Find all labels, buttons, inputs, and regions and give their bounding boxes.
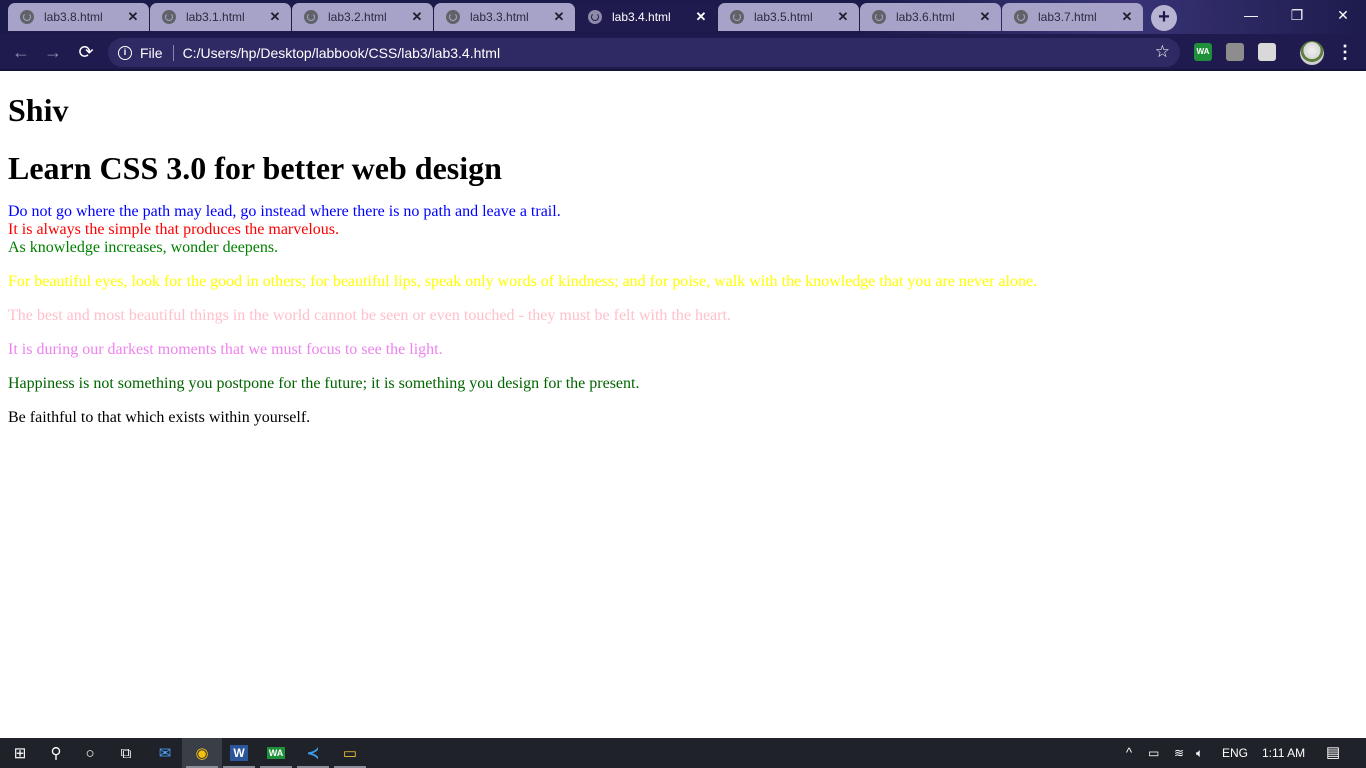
- close-icon[interactable]: ✕: [267, 9, 283, 25]
- file-explorer-icon[interactable]: ▭: [330, 738, 370, 768]
- word-icon[interactable]: W: [219, 738, 259, 768]
- language-indicator[interactable]: ENG: [1222, 738, 1248, 768]
- cortana-icon[interactable]: ○: [70, 738, 110, 768]
- new-tab-button[interactable]: +: [1151, 5, 1177, 31]
- globe-icon: [304, 10, 318, 24]
- tab-title: lab3.8.html: [44, 10, 103, 24]
- tab-title: lab3.2.html: [328, 10, 387, 24]
- vscode-icon[interactable]: ≺: [293, 738, 333, 768]
- word-icon-glyph: W: [230, 745, 248, 761]
- profile-avatar[interactable]: [1300, 41, 1324, 65]
- whatsapp-extension-icon[interactable]: WA: [1194, 43, 1212, 61]
- cast-extension-icon[interactable]: [1258, 43, 1276, 61]
- url-text[interactable]: C:/Users/hp/Desktop/labbook/CSS/lab3/lab…: [183, 45, 501, 61]
- close-window-button[interactable]: ✕: [1320, 0, 1366, 30]
- forward-button[interactable]: →: [40, 40, 66, 64]
- close-icon[interactable]: ✕: [835, 9, 851, 25]
- tab-title: lab3.3.html: [470, 10, 529, 24]
- quote-line-green: As knowledge increases, wonder deepens.: [8, 239, 279, 256]
- windows-taskbar: ⊞ ⚲ ○ ⧉ ✉ ◉ W WA ≺ ▭ ^ ▭ ≋ 🔈︎ ENG 1:11 A…: [0, 738, 1366, 768]
- tab-title: lab3.5.html: [754, 10, 813, 24]
- scheme-label: File: [140, 44, 163, 61]
- tab-lab3-1[interactable]: lab3.1.html ✕: [150, 3, 291, 31]
- close-icon[interactable]: ✕: [409, 9, 425, 25]
- globe-icon: [1014, 10, 1028, 24]
- quote-paragraph-violet: It is during our darkest moments that we…: [8, 341, 443, 358]
- quote-line-red: It is always the simple that produces th…: [8, 221, 340, 238]
- bookmark-star-icon[interactable]: ☆: [1155, 43, 1170, 61]
- tab-lab3-6[interactable]: lab3.6.html ✕: [860, 3, 1001, 31]
- tab-title: lab3.6.html: [896, 10, 955, 24]
- globe-icon: [588, 10, 602, 24]
- task-view-icon[interactable]: ⧉: [106, 738, 146, 768]
- close-icon[interactable]: ✕: [125, 9, 141, 25]
- globe-icon: [20, 10, 34, 24]
- whatsapp-icon[interactable]: WA: [256, 738, 296, 768]
- chrome-icon[interactable]: ◉: [182, 738, 222, 768]
- start-button[interactable]: ⊞: [0, 738, 40, 768]
- tray-chevron-icon[interactable]: ^: [1126, 738, 1132, 768]
- back-button[interactable]: ←: [8, 40, 34, 64]
- quote-line-blue: Do not go where the path may lead, go in…: [8, 203, 561, 220]
- quote-paragraph-darkgreen: Happiness is not something you postpone …: [8, 375, 640, 392]
- evernote-extension-icon[interactable]: [1226, 43, 1244, 61]
- reload-button[interactable]: ⟳: [73, 40, 99, 64]
- minimize-button[interactable]: —: [1228, 0, 1274, 30]
- quote-paragraph-black: Be faithful to that which exists within …: [8, 409, 311, 426]
- quote-lines-block: Do not go where the path may lead, go in…: [8, 203, 1358, 257]
- globe-icon: [730, 10, 744, 24]
- tab-title: lab3.1.html: [186, 10, 245, 24]
- globe-icon: [446, 10, 460, 24]
- mail-icon[interactable]: ✉: [145, 738, 185, 768]
- globe-icon: [872, 10, 886, 24]
- omnibox-divider: [172, 44, 174, 61]
- browser-title-bar: lab3.8.html ✕ lab3.1.html ✕ lab3.2.html …: [0, 0, 1366, 34]
- battery-icon[interactable]: ▭: [1148, 738, 1159, 768]
- close-icon[interactable]: ✕: [551, 9, 567, 25]
- close-icon[interactable]: ✕: [1119, 9, 1135, 25]
- tab-lab3-4[interactable]: lab3.4.html ✕: [576, 3, 717, 31]
- close-icon[interactable]: ✕: [693, 9, 709, 25]
- restore-button[interactable]: ❐: [1274, 0, 1320, 30]
- tab-title: lab3.4.html: [612, 10, 671, 24]
- page-heading-name: Shiv: [8, 92, 69, 128]
- tab-lab3-7[interactable]: lab3.7.html ✕: [1002, 3, 1143, 31]
- tab-lab3-5[interactable]: lab3.5.html ✕: [718, 3, 859, 31]
- page-content: Shiv Learn CSS 3.0 for better web design…: [0, 71, 1366, 738]
- notification-center-icon[interactable]: ▤: [1326, 738, 1340, 768]
- info-icon[interactable]: i: [118, 45, 132, 60]
- volume-icon[interactable]: 🔈︎: [1196, 738, 1203, 768]
- quote-paragraph-yellow: For beautiful eyes, look for the good in…: [8, 273, 1038, 290]
- globe-icon: [162, 10, 176, 24]
- tab-lab3-2[interactable]: lab3.2.html ✕: [292, 3, 433, 31]
- browser-toolbar: ← → ⟳ i File C:/Users/hp/Desktop/labbook…: [0, 34, 1366, 71]
- tab-title: lab3.7.html: [1038, 10, 1097, 24]
- tab-lab3-3[interactable]: lab3.3.html ✕: [434, 3, 575, 31]
- whatsapp-icon-glyph: WA: [266, 747, 286, 759]
- page-heading-title: Learn CSS 3.0 for better web design: [8, 150, 502, 186]
- address-bar[interactable]: i File C:/Users/hp/Desktop/labbook/CSS/l…: [108, 38, 1180, 67]
- clock[interactable]: 1:11 AM: [1262, 738, 1305, 768]
- tab-lab3-8[interactable]: lab3.8.html ✕: [8, 3, 149, 31]
- wifi-icon[interactable]: ≋: [1174, 738, 1184, 768]
- close-icon[interactable]: ✕: [977, 9, 993, 25]
- menu-icon[interactable]: ⋮: [1336, 42, 1354, 62]
- quote-paragraph-pink: The best and most beautiful things in th…: [8, 307, 731, 324]
